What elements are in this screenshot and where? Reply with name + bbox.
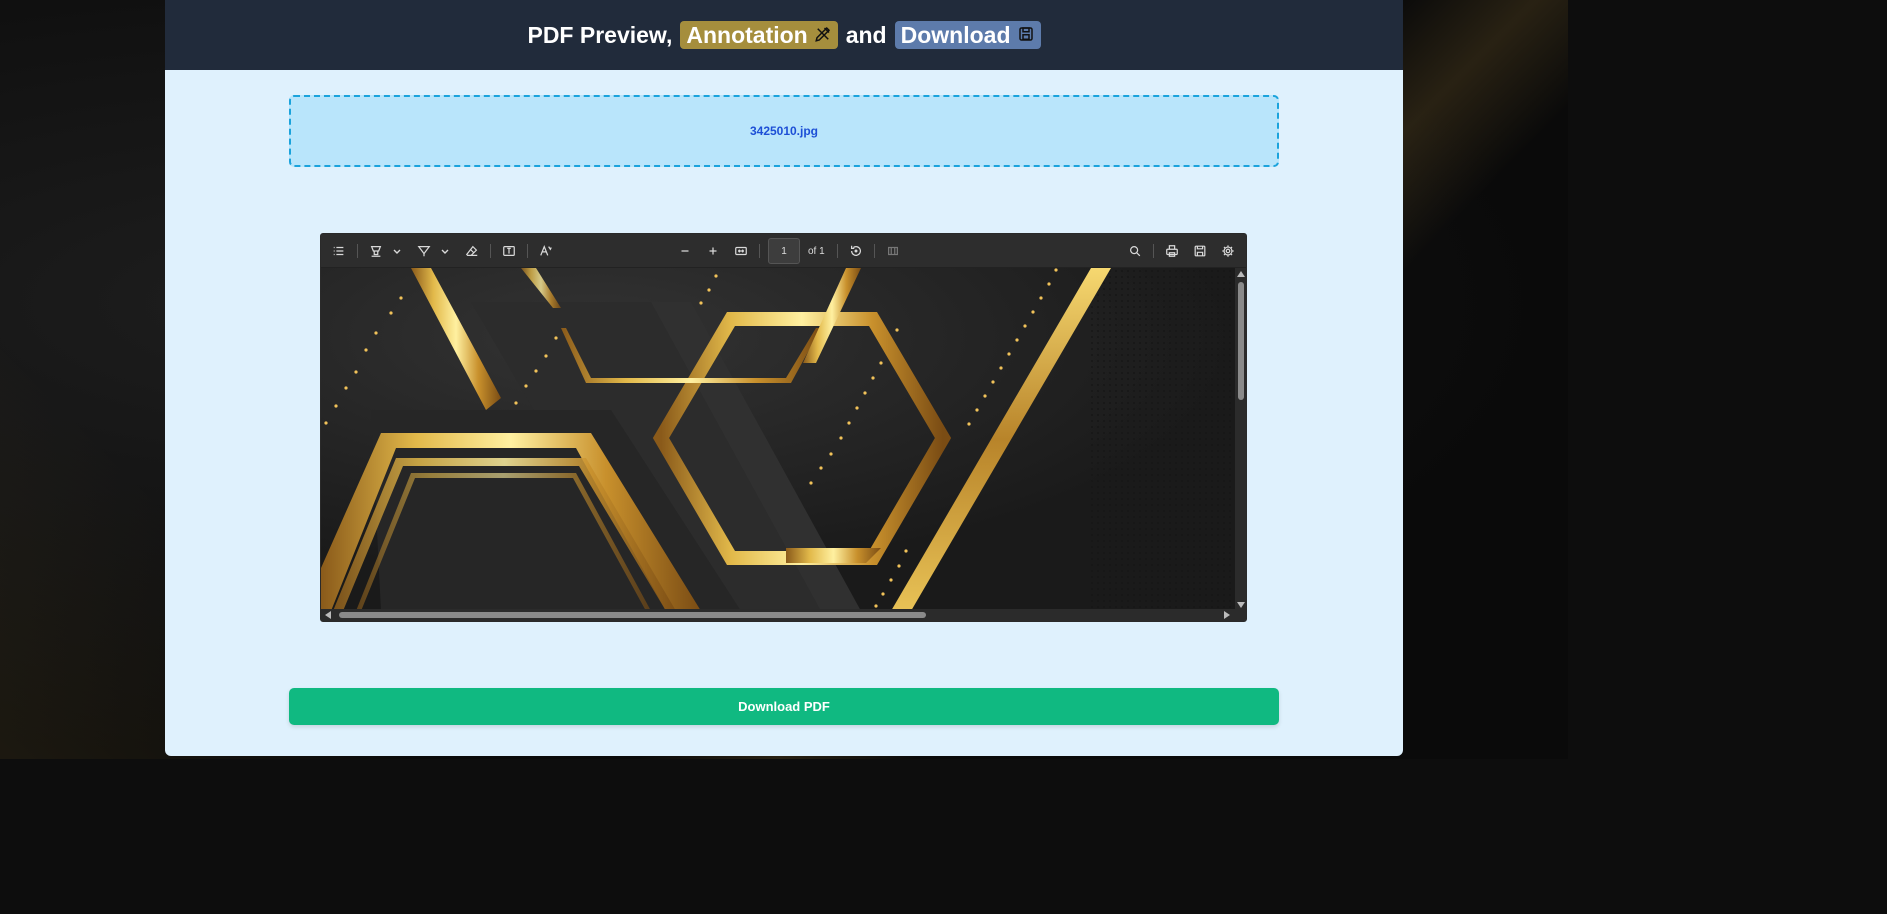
save-icon[interactable] <box>1186 237 1214 265</box>
zoom-in-icon[interactable] <box>699 237 727 265</box>
pdf-page-image <box>321 268 1237 611</box>
chevron-down-icon[interactable] <box>438 237 452 265</box>
toolbar-separator <box>357 243 358 258</box>
vertical-scrollbar[interactable] <box>1235 268 1246 611</box>
page-controls: 1 of 1 <box>671 234 907 268</box>
highlight-icon[interactable] <box>362 237 390 265</box>
header-prefix: PDF Preview, <box>527 21 673 48</box>
page-count-label: of 1 <box>808 245 825 257</box>
scroll-down-arrow-icon[interactable] <box>1237 602 1245 608</box>
download-badge: Download <box>894 21 1041 49</box>
header-and: and <box>845 21 887 48</box>
pencil-ruler-icon <box>814 22 832 49</box>
annotation-badge: Annotation <box>680 21 838 49</box>
toolbar-separator <box>490 243 491 258</box>
print-icon[interactable] <box>1158 237 1186 265</box>
toolbar-separator <box>836 244 838 258</box>
sidebar-toggle-icon[interactable] <box>325 237 353 265</box>
horizontal-scroll-thumb[interactable] <box>339 612 926 618</box>
scroll-left-arrow-icon[interactable] <box>325 611 331 619</box>
download-pdf-button[interactable]: Download PDF <box>289 688 1279 725</box>
gold-hexagon-artwork <box>321 268 1237 611</box>
toolbar-separator <box>1153 244 1154 258</box>
page-number-input[interactable]: 1 <box>768 238 800 264</box>
presentation-icon[interactable] <box>879 237 907 265</box>
file-dropzone[interactable]: 3425010.jpg <box>289 95 1279 167</box>
text-box-icon[interactable] <box>495 237 523 265</box>
toolbar-right <box>1121 234 1242 268</box>
gear-icon[interactable] <box>1214 237 1242 265</box>
annotation-label: Annotation <box>686 21 808 48</box>
search-icon[interactable] <box>1121 237 1149 265</box>
download-label: Download <box>900 21 1011 48</box>
floppy-disk-icon <box>1017 22 1035 49</box>
toolbar-separator <box>759 244 760 258</box>
app-card: PDF Preview, Annotation and Download 342… <box>165 0 1403 756</box>
zoom-out-icon[interactable] <box>671 237 699 265</box>
rotate-icon[interactable] <box>842 237 870 265</box>
toolbar-separator <box>527 243 528 258</box>
horizontal-scrollbar[interactable] <box>321 609 1246 621</box>
fit-width-icon[interactable] <box>727 237 755 265</box>
eraser-icon[interactable] <box>458 237 486 265</box>
vertical-scroll-thumb[interactable] <box>1238 282 1244 400</box>
viewer-toolbar: 1 of 1 <box>321 234 1246 268</box>
scroll-right-arrow-icon[interactable] <box>1224 611 1230 619</box>
page-header: PDF Preview, Annotation and Download <box>165 0 1403 70</box>
scroll-up-arrow-icon[interactable] <box>1237 271 1245 277</box>
font-size-icon[interactable] <box>532 237 560 265</box>
draw-icon[interactable] <box>410 237 438 265</box>
pdf-viewer: 1 of 1 <box>320 233 1247 622</box>
dropzone-filename: 3425010.jpg <box>749 124 819 138</box>
chevron-down-icon[interactable] <box>390 237 404 265</box>
toolbar-separator <box>873 244 875 258</box>
